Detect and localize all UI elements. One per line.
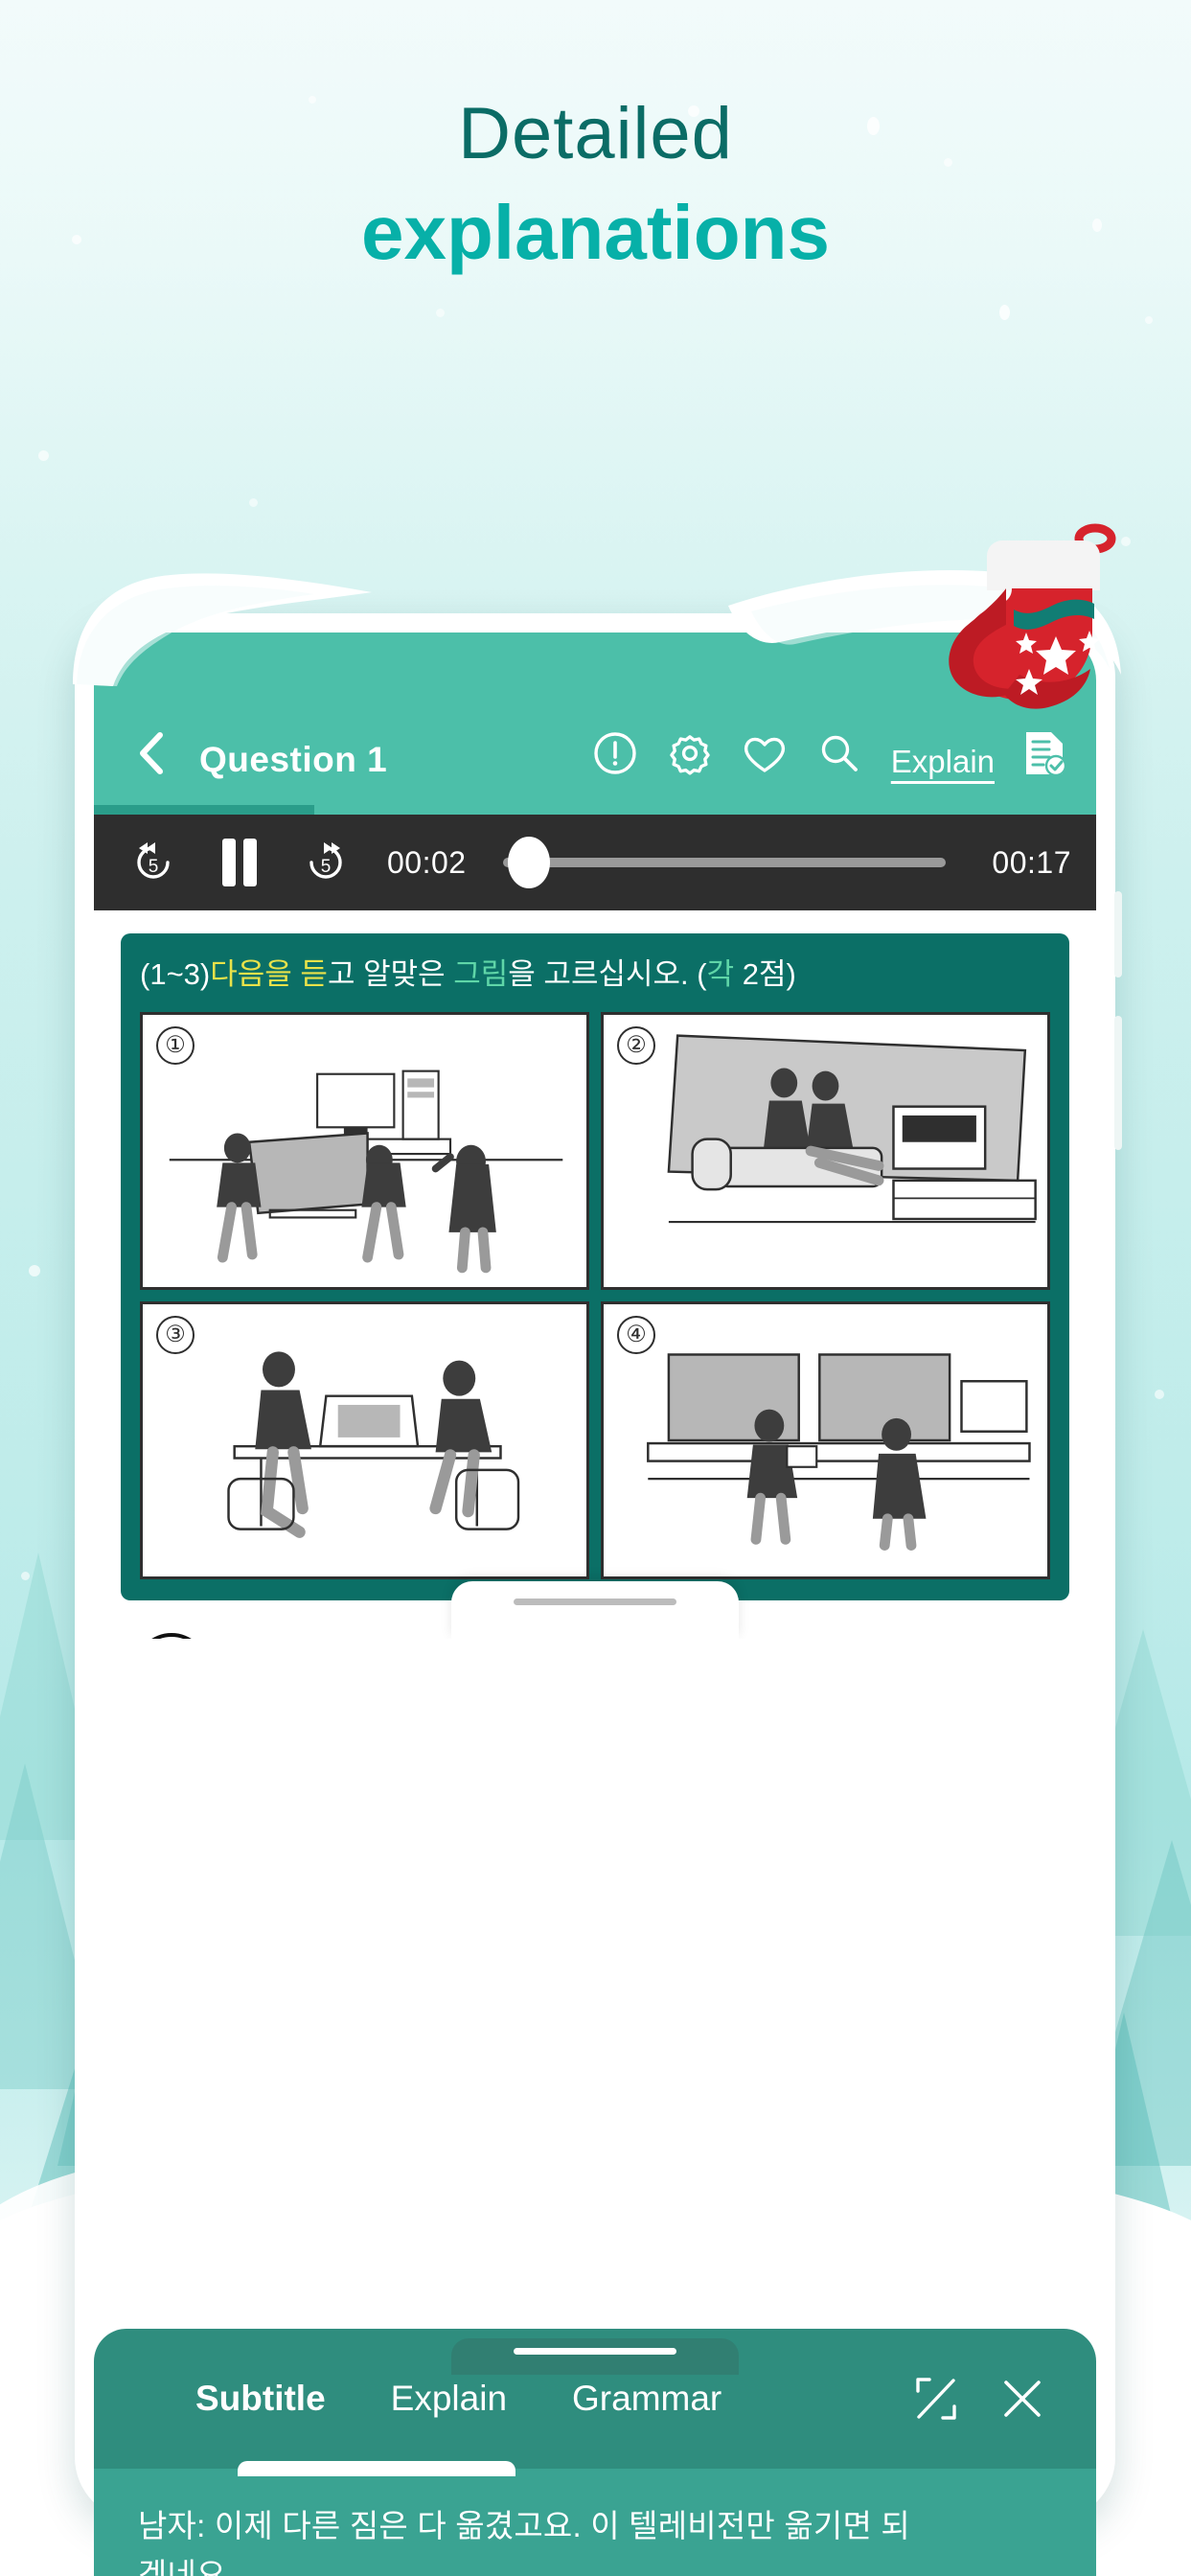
expand-icon[interactable] [906,2369,966,2428]
option-image-1[interactable]: ① [140,1011,589,1290]
question-content: (1~3)다음을 듣고 알맞은 그림을 고르십시오. (각 2점) ① ② ③ … [94,910,1096,1639]
rewind-5-icon[interactable]: 5 [119,828,188,897]
question-seg-yellow: 다음을 듣 [210,957,328,991]
gear-icon[interactable] [663,726,717,780]
subtitle-korean-line: 남자: 이제 다른 짐은 다 옮겼고요. 이 텔레비전만 옮기면 되 [138,2508,910,2543]
sheet-handle-chip[interactable] [451,1581,739,1639]
pause-button[interactable] [205,828,274,897]
snow-dot [1145,316,1153,324]
option-number-4: ④ [617,1315,655,1354]
headline-line-1: Detailed [458,93,733,174]
question-seg-plain-1: 고 알맞은 [327,957,454,991]
phone-side-button [1114,1016,1122,1150]
answer-options-grid: ① ② ③ ④ [140,1011,1050,1579]
seek-slider[interactable] [490,828,947,897]
question-card: (1~3)다음을 듣고 알맞은 그림을 고르십시오. (각 2점) ① ② ③ … [121,933,1069,1600]
search-icon[interactable] [813,726,866,780]
subtitle-sheet: Subtitle Explain Grammar 남자: 이제 다른 짐은 다 … [94,2329,1096,2576]
headline-line-2: explanations [360,190,831,275]
explain-link[interactable]: Explain [891,744,995,780]
phone-body: Question 1 Explain 5 5 00:02 00:17 (1~3)… [75,613,1122,2520]
tab-grammar[interactable]: Grammar [572,2379,721,2419]
option-number-2: ② [617,1025,655,1065]
sheet-handle-bar [514,1598,676,1605]
question-seg-green: 그림 [453,957,509,991]
question-seg-plain-2: 을 고르십시오. [508,957,698,991]
answer-badge: A [134,1632,209,1639]
snow-dot [249,498,258,507]
lesson-progress-bar [94,805,1096,815]
question-seg-green-2: 각 [706,957,735,991]
lesson-progress-fill [94,805,315,815]
scene-illustration-3 [227,1351,520,1538]
question-prefix: (1~3) [140,957,211,991]
scene-illustration-4 [647,1353,1031,1551]
phone-screen: Question 1 Explain 5 5 00:02 00:17 (1~3)… [94,632,1096,2501]
christmas-stocking-icon [949,523,1116,709]
phone-side-button [1114,891,1122,978]
scene-illustration-2 [667,1034,1037,1223]
question-prompt: (1~3)다음을 듣고 알맞은 그림을 고르십시오. (각 2점) [140,954,1050,995]
seek-knob[interactable] [507,837,550,888]
audio-player: 5 5 00:02 00:17 [94,815,1096,910]
current-time-label: 00:02 [387,844,467,880]
heart-icon[interactable] [738,726,791,780]
question-seg-plain-3: 2점) [734,957,796,991]
snow-dot [38,450,49,461]
tab-subtitle[interactable]: Subtitle [195,2379,326,2419]
snow-dot [999,305,1010,320]
snow-dot [21,1572,30,1580]
svg-text:5: 5 [149,857,159,877]
option-image-4[interactable]: ④ [601,1300,1050,1579]
answer-sheet-icon[interactable] [1018,726,1071,780]
close-icon[interactable] [993,2369,1052,2428]
page-title-question: Question 1 [199,740,388,779]
active-tab-indicator [238,2461,515,2476]
option-number-3: ③ [156,1315,195,1354]
back-button[interactable] [125,726,178,780]
question-paren-open: ( [697,957,707,991]
option-number-1: ① [156,1025,195,1065]
total-time-label: 00:17 [992,844,1071,880]
tab-explain[interactable]: Explain [391,2379,507,2419]
option-image-3[interactable]: ③ [140,1300,589,1579]
snow-dot [436,309,445,317]
subtitle-korean-line: 겠네요. [138,2557,236,2576]
phone-mockup: Question 1 Explain 5 5 00:02 00:17 (1~3)… [73,523,1122,2576]
snow-dot [29,1265,40,1276]
sheet-tab-bar: Subtitle Explain Grammar [94,2329,1096,2469]
page-title: Detailed explanations [0,88,1191,281]
option-image-2[interactable]: ② [601,1011,1050,1290]
scene-illustration-1 [169,1070,563,1274]
subtitle-body: 남자: 이제 다른 짐은 다 옮겼고요. 이 텔레비전만 옮기면 되 겠네요. … [94,2461,1096,2576]
snow-cap-left [73,573,372,686]
report-icon[interactable] [588,726,642,780]
seek-track [502,858,947,867]
forward-5-icon[interactable]: 5 [291,828,360,897]
svg-text:5: 5 [321,857,332,877]
snow-dot [1155,1390,1164,1399]
